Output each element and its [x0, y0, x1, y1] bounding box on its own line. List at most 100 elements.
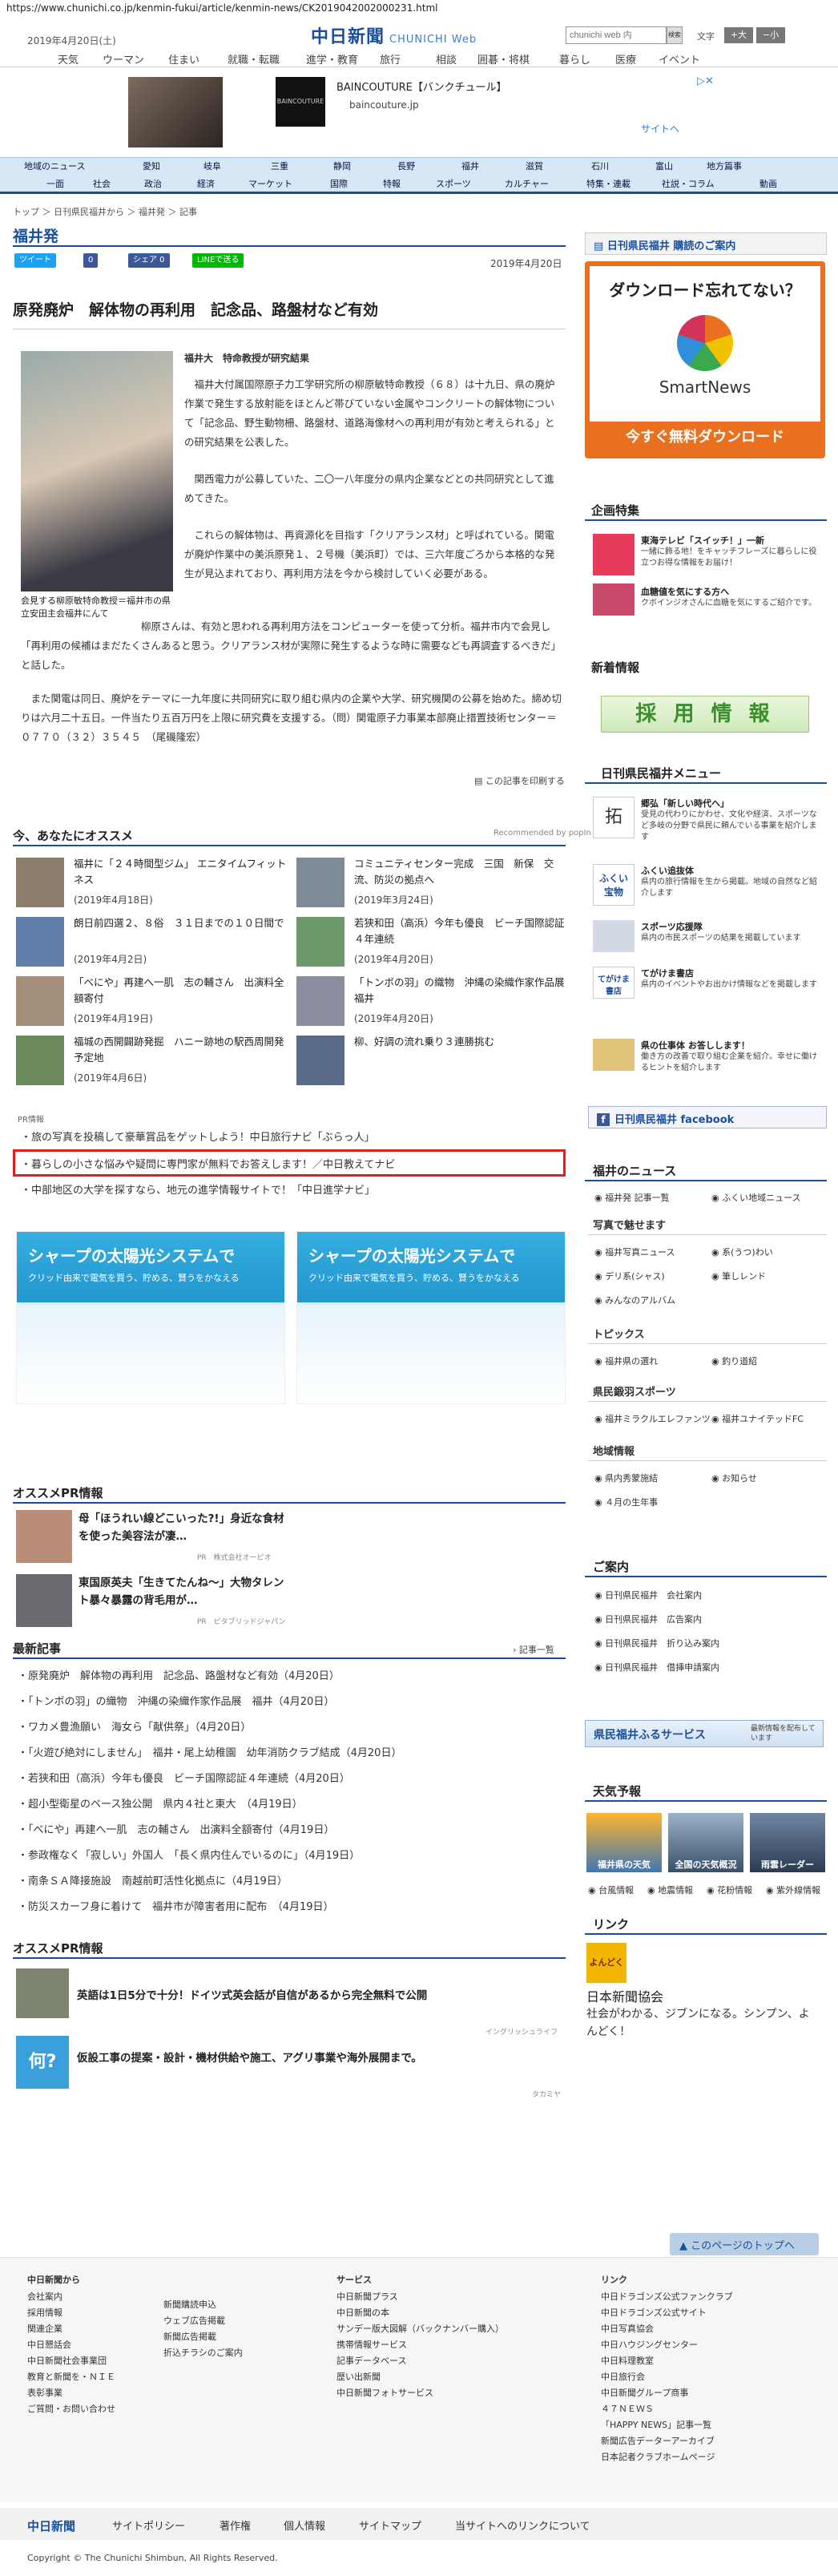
- ad-site[interactable]: baincouture.jp: [349, 99, 419, 111]
- latest-item[interactable]: ・「べにや」再建へ一肌 志の輔さん 出演料全額寄付（4月19日）: [18, 1821, 334, 1836]
- footer-link[interactable]: 新聞購読申込: [163, 2297, 308, 2313]
- side-link[interactable]: ◉ 福井ユナイテッドFC: [711, 1412, 804, 1425]
- footer-link[interactable]: 中日新聞の本: [336, 2305, 529, 2321]
- side-link[interactable]: ◉ お知らせ: [711, 1472, 757, 1484]
- footer-logo[interactable]: 中日新聞: [27, 2517, 75, 2534]
- menu-title[interactable]: 県の仕事体 お答しします！: [641, 1039, 750, 1052]
- footer-link[interactable]: 中日ドラゴンズ公式サイト: [601, 2305, 809, 2321]
- weather-fukui-tile[interactable]: 福井県の天気: [586, 1813, 662, 1872]
- topnav-item[interactable]: 囲碁・将棋: [477, 51, 530, 67]
- footer-link[interactable]: ご質問・お問い合わせ: [27, 2401, 155, 2417]
- breadcrumb[interactable]: トップ ＞ 日刊県民福井から ＞ 福井発 ＞ 記事: [13, 205, 197, 218]
- side-link[interactable]: ◉ 紫外線情報: [766, 1884, 820, 1896]
- topnav-item[interactable]: 住まい: [168, 51, 199, 67]
- nav-region[interactable]: 富山: [655, 159, 673, 172]
- font-bigger-button[interactable]: +大: [724, 27, 753, 43]
- line-share-button[interactable]: LINEで送る: [192, 253, 244, 268]
- recruit-banner[interactable]: 採 用 情 報: [601, 696, 809, 733]
- footer-link[interactable]: 携帯情報サービス: [336, 2337, 529, 2353]
- site-logo[interactable]: 中日新聞 CHUNICHI Web: [311, 22, 477, 48]
- pr-thumb[interactable]: [16, 1510, 72, 1563]
- latest-item[interactable]: ・「火遊び絶対にしません」 福井・尾上幼稚園 幼年消防クラブ結成（4月20日）: [18, 1744, 401, 1759]
- rec-thumb[interactable]: [16, 917, 64, 967]
- latest-item[interactable]: ・南条ＳＡ降接施設 南越前町活性化拠点に（4月19日）: [18, 1872, 288, 1888]
- kikaku-title[interactable]: 血糖値を気にする方へ: [641, 585, 729, 598]
- smartnews-ad[interactable]: ダウンロード忘れてない？ SmartNews 今すぐ無料ダウンロード: [585, 261, 825, 458]
- topnav-item[interactable]: 医療: [615, 51, 636, 67]
- nav-category[interactable]: 社会: [93, 177, 111, 190]
- side-link[interactable]: ◉ 福井発 記事一覧: [594, 1191, 670, 1204]
- side-link[interactable]: ◉ ４月の生年事: [594, 1496, 658, 1508]
- topnav-item[interactable]: 旅行: [380, 51, 401, 67]
- nav-region[interactable]: 福井: [461, 159, 479, 172]
- menu-thumb[interactable]: てがけま 書店: [593, 967, 635, 999]
- pr-title[interactable]: 母「ほうれい線どこいった?!」身近な食材を使った美容法が凄…: [79, 1510, 287, 1545]
- tweet-button[interactable]: ツイート: [14, 253, 56, 268]
- kikaku-title[interactable]: 東海テレビ「スイッチ！」一新: [641, 534, 764, 547]
- footer-link[interactable]: 記事データベース: [336, 2353, 529, 2369]
- footer-bar-link[interactable]: 当サイトへのリンクについて: [455, 2517, 590, 2533]
- rec-title[interactable]: 「トンボの羽」の織物 沖縄の染織作家作品展 福井: [354, 975, 574, 1007]
- facebook-like-button[interactable]: 0: [83, 253, 99, 268]
- footer-link[interactable]: 会社案内: [27, 2289, 155, 2305]
- footer-link[interactable]: 中日ハウジングセンター: [601, 2337, 809, 2353]
- footer-link[interactable]: 中日料理教室: [601, 2353, 809, 2369]
- side-link[interactable]: ◉ 日刊県民福井 会社案内: [594, 1589, 702, 1601]
- nav-region[interactable]: 地域のニュース: [24, 159, 85, 172]
- footer-bar-link[interactable]: サイトポリシー: [112, 2517, 185, 2533]
- footer-link[interactable]: 表彰事業: [27, 2385, 155, 2401]
- latest-item[interactable]: ・防災スカーフ身に着けて 福井市が障害者用に配布 （4月19日）: [18, 1898, 334, 1913]
- nav-region[interactable]: 石川: [591, 159, 609, 172]
- footer-link[interactable]: 中日旅行会: [601, 2369, 809, 2385]
- facebook-banner[interactable]: f 日刊県民福井 facebook: [588, 1106, 827, 1129]
- side-link[interactable]: ◉ 花粉情報: [707, 1884, 752, 1896]
- furusato-banner[interactable]: 県民福井ふるサービス 最新情報を配布しています: [585, 1720, 824, 1747]
- side-link[interactable]: ◉ 福井写真ニュース: [594, 1246, 675, 1258]
- kikaku-thumb[interactable]: [593, 583, 635, 616]
- nav-region[interactable]: 岐阜: [203, 159, 221, 172]
- topnav-item[interactable]: 暮らし: [559, 51, 590, 67]
- pr-title[interactable]: 仮設工事の提案・設計・機材供給や施工、アグリ事業や海外展開まで。: [77, 2049, 422, 2065]
- pr-thumb[interactable]: [16, 1574, 72, 1627]
- footer-link[interactable]: 「HAPPY NEWS」記事一覧: [601, 2417, 809, 2433]
- footer-link[interactable]: 中日新聞フォトサービス: [336, 2385, 529, 2401]
- rec-title[interactable]: 福城の西開闢跡発掘 ハニー跡地の駅西周開発予定地: [74, 1034, 288, 1066]
- topnav-item[interactable]: 相談: [436, 51, 457, 67]
- footer-link[interactable]: 折込チラシのご案内: [163, 2345, 308, 2361]
- nav-category[interactable]: 動画: [759, 177, 777, 190]
- menu-thumb[interactable]: 拓: [593, 797, 635, 838]
- nav-category[interactable]: カルチャー: [505, 177, 549, 190]
- article-photo[interactable]: [21, 351, 173, 592]
- rec-title[interactable]: 柳、好調の流れ乗り３連勝挑む: [354, 1034, 566, 1050]
- pr-title[interactable]: 東国原英夫「生きてたんね～」大物タレント暴々暴露の背毛用が…: [79, 1574, 287, 1609]
- rec-thumb[interactable]: [16, 858, 64, 907]
- nav-region[interactable]: 地方篇事: [707, 159, 742, 172]
- pr-link[interactable]: ・中部地区の大学を探すなら、地元の進学情報サイトで！「中日進学ナビ」: [21, 1181, 375, 1197]
- nav-region[interactable]: 長野: [397, 159, 415, 172]
- link-title[interactable]: 日本新聞協会: [586, 1986, 663, 2005]
- footer-link[interactable]: 中日新聞プラス: [336, 2289, 529, 2305]
- footer-bar-link[interactable]: 著作権: [220, 2517, 251, 2533]
- menu-title[interactable]: ふくい追抜体: [641, 864, 694, 877]
- side-link[interactable]: ◉ 日刊県民福井 折り込み案内: [594, 1637, 719, 1649]
- ad-image[interactable]: [128, 77, 223, 147]
- nav-category[interactable]: 国際: [330, 177, 348, 190]
- rec-thumb[interactable]: [296, 1036, 344, 1085]
- rec-title[interactable]: 「べにや」再建へ一肌 志の輔さん 出演料全額寄付: [74, 975, 288, 1007]
- topnav-item[interactable]: 進学・教育: [306, 51, 358, 67]
- side-link[interactable]: ◉ 日刊県民福井 広告案内: [594, 1613, 702, 1625]
- topnav-item[interactable]: 天気: [58, 51, 79, 67]
- side-link[interactable]: ◉ 系(うつ)わい: [711, 1246, 773, 1258]
- nav-category[interactable]: マーケット: [248, 177, 292, 190]
- rec-title[interactable]: コミュニティセンター完成 三国 新保 交流、防災の拠点へ: [354, 856, 566, 888]
- sharp-ad[interactable]: シャープの太陽光システムで クリッド由来で電気を買う、貯める、賢うをかなえる: [16, 1231, 285, 1404]
- footer-link[interactable]: 中日ドラゴンズ公式ファンクラブ: [601, 2289, 809, 2305]
- rec-thumb[interactable]: [296, 976, 344, 1026]
- nav-category[interactable]: 経済: [197, 177, 215, 190]
- popin-credit[interactable]: Recommended by popIn: [494, 829, 591, 838]
- pr-thumb[interactable]: [16, 1968, 69, 2018]
- nav-region[interactable]: 滋賀: [526, 159, 543, 172]
- side-link[interactable]: ◉ 福井ミラクルエレファンツ: [594, 1412, 711, 1425]
- ad-title[interactable]: BAINCOUTURE【バンクチュール】: [336, 79, 507, 94]
- nav-category[interactable]: 政治: [144, 177, 162, 190]
